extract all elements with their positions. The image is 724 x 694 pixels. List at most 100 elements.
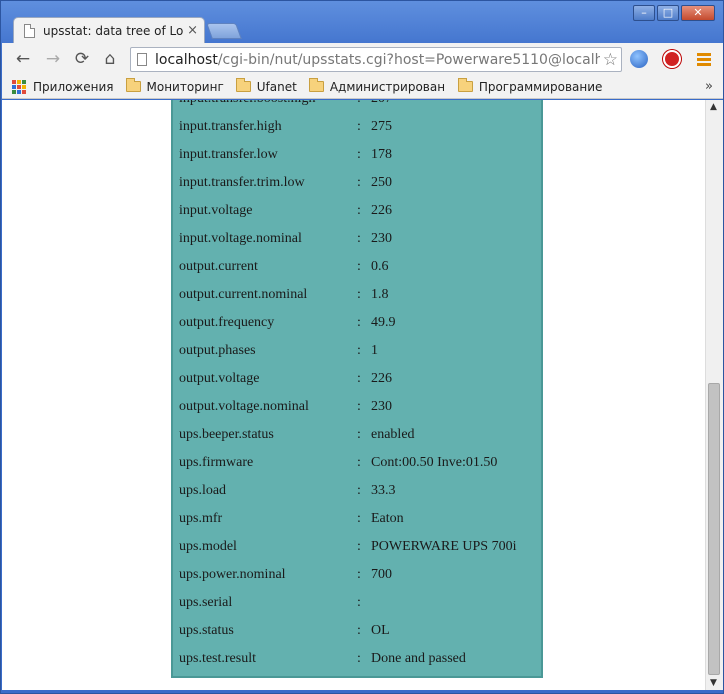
separator: : [357,119,361,134]
url-path: /cgi-bin/nut/upsstats.cgi?host=Powerware… [217,51,600,68]
variable-name: input.voltage.nominal [179,231,302,246]
variable-name: ups.load [179,483,227,498]
separator: : [357,343,361,358]
variable-name: ups.test.result [179,651,256,666]
menu-icon[interactable] [697,53,711,68]
variable-value: enabled [371,427,415,442]
adblock-extension-icon[interactable] [663,50,681,68]
bookmark-folder-ufanet[interactable]: Ufanet [235,78,297,94]
window-controls: – □ ✕ [631,5,715,21]
separator: : [357,623,361,638]
table-row: ups.beeper.status: enabled [173,422,541,450]
forward-arrow-icon[interactable]: → [41,48,65,70]
table-row: ups.power.nominal:700 [173,562,541,590]
ups-data-table: input.transfer.boost.high:207input.trans… [171,100,543,678]
variable-name: output.current.nominal [179,287,308,302]
bookmark-label: Приложения [33,79,114,94]
table-row: output.phases:1 [173,338,541,366]
table-row: ups.mfr: Eaton [173,506,541,534]
table-row: ups.firmware: Cont:00.50 Inve:01.50 [173,450,541,478]
separator: : [357,231,361,246]
table-row: ups.test.result: Done and passed [173,646,541,674]
home-icon[interactable]: ⌂ [98,48,122,70]
table-row: output.voltage:226 [173,366,541,394]
address-bar[interactable]: localhost/cgi-bin/nut/upsstats.cgi?host=… [130,47,622,72]
variable-value: 178 [371,147,392,162]
back-arrow-icon[interactable]: ← [11,48,35,70]
separator: : [357,203,361,218]
variable-name: output.voltage [179,371,260,386]
variable-name: input.transfer.low [179,147,278,162]
variable-name: ups.status [179,623,234,638]
variable-name: output.phases [179,343,256,358]
globe-extension-icon[interactable] [630,50,648,68]
variable-value: 230 [371,231,392,246]
variable-name: ups.beeper.status [179,427,274,442]
bookmark-folder-monitoring[interactable]: Мониторинг [125,78,224,94]
table-row: output.current.nominal:1.8 [173,282,541,310]
variable-value: 207 [371,100,392,107]
table-row: input.transfer.low:178 [173,142,541,170]
browser-tab[interactable]: upsstat: data tree of Lo × [13,17,205,43]
separator: : [357,455,361,470]
close-button[interactable]: ✕ [681,5,715,21]
bookmark-label: Программирование [478,79,603,94]
bookmark-star-icon[interactable]: ☆ [603,50,618,70]
separator: : [357,147,361,162]
vertical-scrollbar[interactable]: ▲ ▼ [705,100,723,690]
page-icon [24,23,35,38]
variable-name: output.current [179,259,258,274]
page-content: input.transfer.boost.high:207input.trans… [2,100,705,690]
scrollbar-thumb[interactable] [708,383,720,675]
new-tab-button[interactable] [206,23,242,39]
table-row: ups.serial: [173,590,541,618]
bookmark-folder-admin[interactable]: Администрировани [308,78,446,94]
folder-icon [457,78,473,92]
separator: : [357,315,361,330]
page-info-icon[interactable] [137,53,147,66]
bookmarks-overflow-chevron-icon[interactable]: » [705,79,713,94]
bookmark-apps[interactable]: Приложения [12,79,114,94]
bookmarks-bar: Приложения Мониторинг Ufanet Администрир… [2,75,723,99]
folder-icon [235,78,251,92]
table-row: ups.model: POWERWARE UPS 700i [173,534,541,562]
tab-close-icon[interactable]: × [187,23,198,38]
separator: : [357,399,361,414]
table-row: input.voltage.nominal:230 [173,226,541,254]
variable-name: input.voltage [179,203,253,218]
scroll-down-arrow-icon[interactable]: ▼ [710,678,717,688]
table-row: ups.status: OL [173,618,541,646]
variable-value: Cont:00.50 Inve:01.50 [371,455,498,470]
separator: : [357,259,361,274]
toolbar: ← → ⟳ ⌂ localhost/cgi-bin/nut/upsstats.c… [2,43,723,75]
url-host: localhost [155,51,218,68]
separator: : [357,483,361,498]
tab-title: upsstat: data tree of Lo [43,23,184,38]
reload-icon[interactable]: ⟳ [70,48,94,70]
table-row: ups.load:33.3 [173,478,541,506]
table-row: output.current:0.6 [173,254,541,282]
variable-name: ups.mfr [179,511,223,526]
variable-value: 230 [371,399,392,414]
table-row: output.frequency:49.9 [173,310,541,338]
table-row: output.voltage.nominal:230 [173,394,541,422]
maximize-button[interactable]: □ [657,5,679,21]
variable-value: 226 [371,203,392,218]
variable-name: ups.power.nominal [179,567,286,582]
bookmark-folder-programming[interactable]: Программирование [457,78,603,94]
browser-window: upsstat: data tree of Lo × – □ ✕ ← → ⟳ ⌂… [0,0,724,694]
minimize-button[interactable]: – [633,5,655,21]
scroll-up-arrow-icon[interactable]: ▲ [710,102,717,112]
variable-value: 33.3 [371,483,396,498]
variable-value: 700 [371,567,392,582]
table-row: input.transfer.boost.high: 207 [173,100,541,114]
url-text[interactable]: localhost/cgi-bin/nut/upsstats.cgi?host=… [155,52,600,68]
variable-name: input.transfer.boost.high [179,100,316,107]
variable-name: input.transfer.high [179,119,282,134]
variable-name: input.transfer.trim.low [179,175,305,190]
variable-value: 0.6 [371,259,389,274]
separator: : [357,567,361,582]
separator: : [357,371,361,386]
variable-value: OL [371,623,390,638]
table-row: input.transfer.trim.low:250 [173,170,541,198]
